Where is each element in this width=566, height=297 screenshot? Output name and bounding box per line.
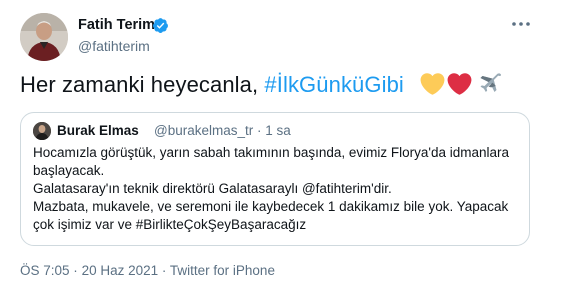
more-options-button[interactable]	[508, 14, 534, 34]
quoted-tweet-body: Hocamızla görüştük, yarın sabah takımını…	[33, 144, 515, 234]
tweet-source-link[interactable]: Twitter for iPhone	[170, 263, 275, 278]
tweet-meta: ÖS 7:05 · 20 Haz 2021 · Twitter for iPho…	[20, 263, 275, 278]
verified-badge-icon	[153, 18, 168, 33]
quoted-author-avatar	[33, 122, 51, 140]
meta-separator: ·	[161, 263, 167, 278]
quoted-author-handle: @burakelmas_tr	[154, 123, 254, 138]
quoted-separator: ·	[257, 123, 262, 138]
meta-separator: ·	[73, 263, 78, 278]
author-handle[interactable]: @fatihterim	[78, 38, 150, 54]
tweet-text-body: Her zamanki heyecanla,	[20, 72, 265, 97]
yellow-heart-icon	[420, 73, 445, 95]
quoted-line: Mazbata, mukavele, ve seremoni ile kaybe…	[33, 199, 509, 232]
quoted-timestamp: 1 sa	[265, 123, 291, 138]
tweet-date-link[interactable]: 20 Haz 2021	[82, 263, 159, 278]
tweet-text: Her zamanki heyecanla, #İlkGünküGibi	[20, 72, 503, 98]
author-avatar[interactable]	[20, 13, 68, 61]
quoted-tweet[interactable]: Burak Elmas @burakelmas_tr · 1 sa Hocamı…	[20, 112, 530, 246]
tweet-time-link[interactable]: ÖS 7:05	[20, 263, 70, 278]
tweet-hashtag[interactable]: #İlkGünküGibi	[264, 72, 403, 97]
quoted-line: Galatasaray'ın teknik direktörü Galatasa…	[33, 181, 392, 196]
quoted-author-meta: @burakelmas_tr · 1 sa	[154, 123, 291, 138]
red-heart-icon	[447, 73, 472, 95]
quoted-line: Hocamızla görüştük, yarın sabah takımını…	[33, 145, 510, 178]
more-horizontal-icon	[512, 22, 530, 26]
author-name[interactable]: Fatih Terim	[78, 17, 155, 33]
quoted-author-name: Burak Elmas	[57, 123, 139, 138]
airplane-icon	[480, 73, 502, 92]
